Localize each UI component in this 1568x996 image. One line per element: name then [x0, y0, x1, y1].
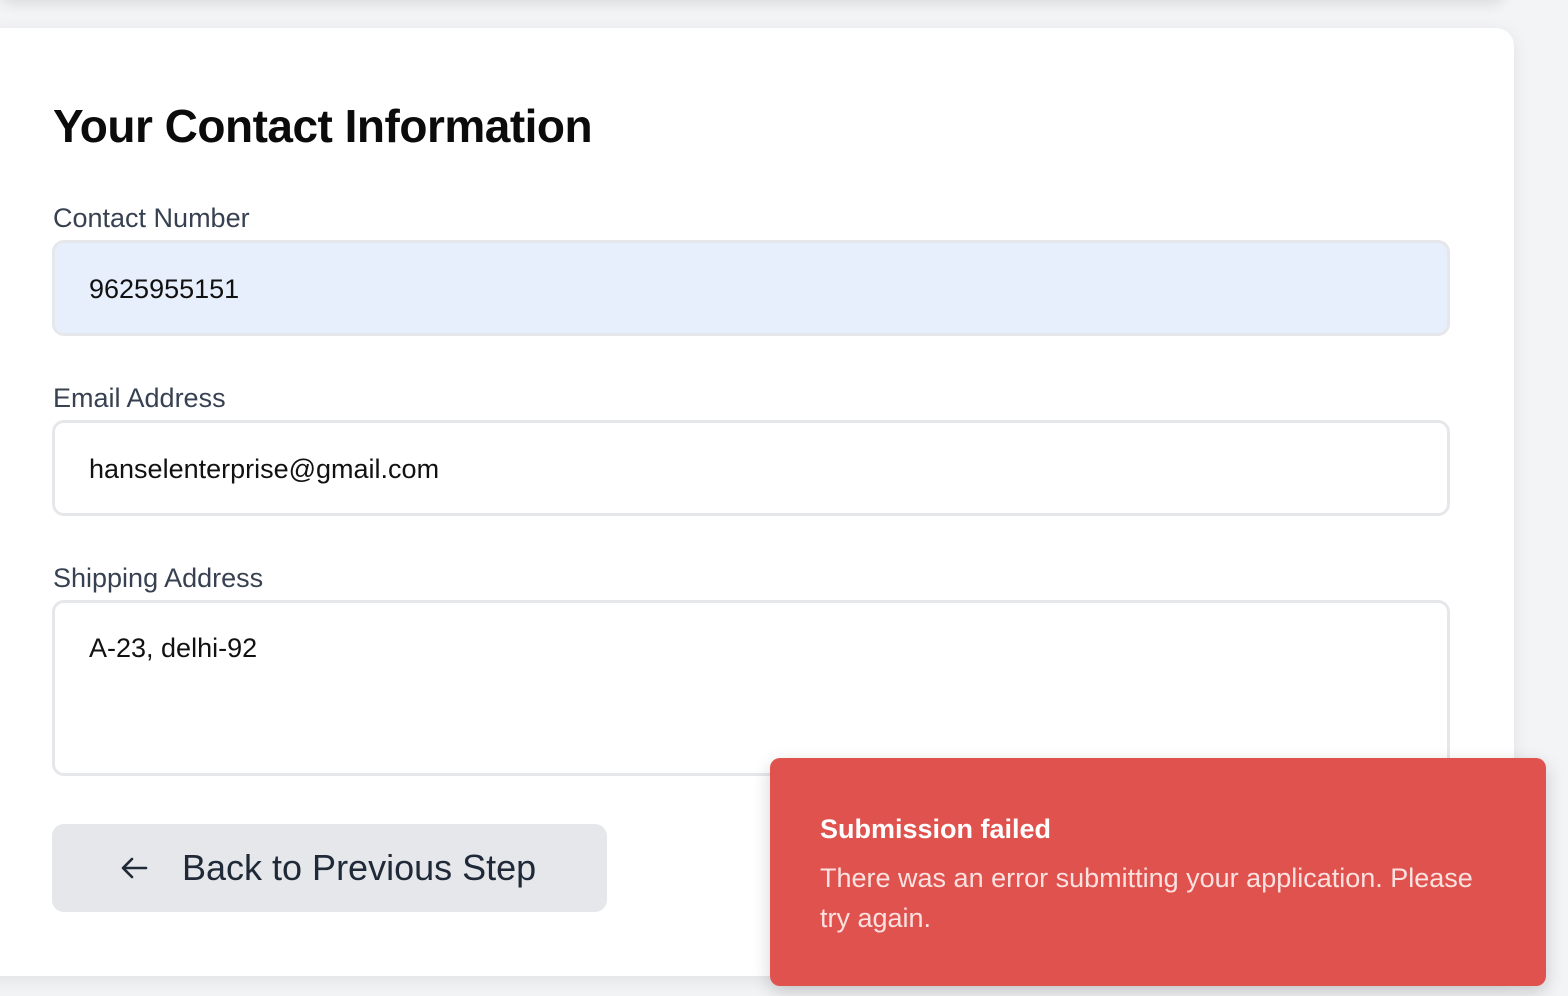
shipping-address-value: A-23, delhi-92	[89, 633, 258, 663]
shipping-address-textarea[interactable]: A-23, delhi-92	[52, 600, 1450, 776]
email-address-value: hanselenterprise@gmail.com	[89, 454, 440, 484]
arrow-left-icon	[121, 857, 148, 879]
page-title: Your Contact Information	[53, 100, 593, 152]
toast-message: There was an error submitting your appli…	[820, 863, 1473, 933]
back-button-label: Back to Previous Step	[182, 847, 537, 888]
toast-title: Submission failed	[820, 814, 1052, 844]
shipping-address-label: Shipping Address	[53, 563, 264, 593]
email-address-label: Email Address	[53, 383, 226, 413]
contact-number-value: 9625955151	[89, 274, 240, 304]
contact-number-input[interactable]: 9625955151	[52, 240, 1450, 336]
error-toast[interactable]: Submission failed There was an error sub…	[770, 758, 1546, 986]
contact-number-label: Contact Number	[53, 203, 250, 233]
email-address-input[interactable]: hanselenterprise@gmail.com	[52, 420, 1450, 516]
